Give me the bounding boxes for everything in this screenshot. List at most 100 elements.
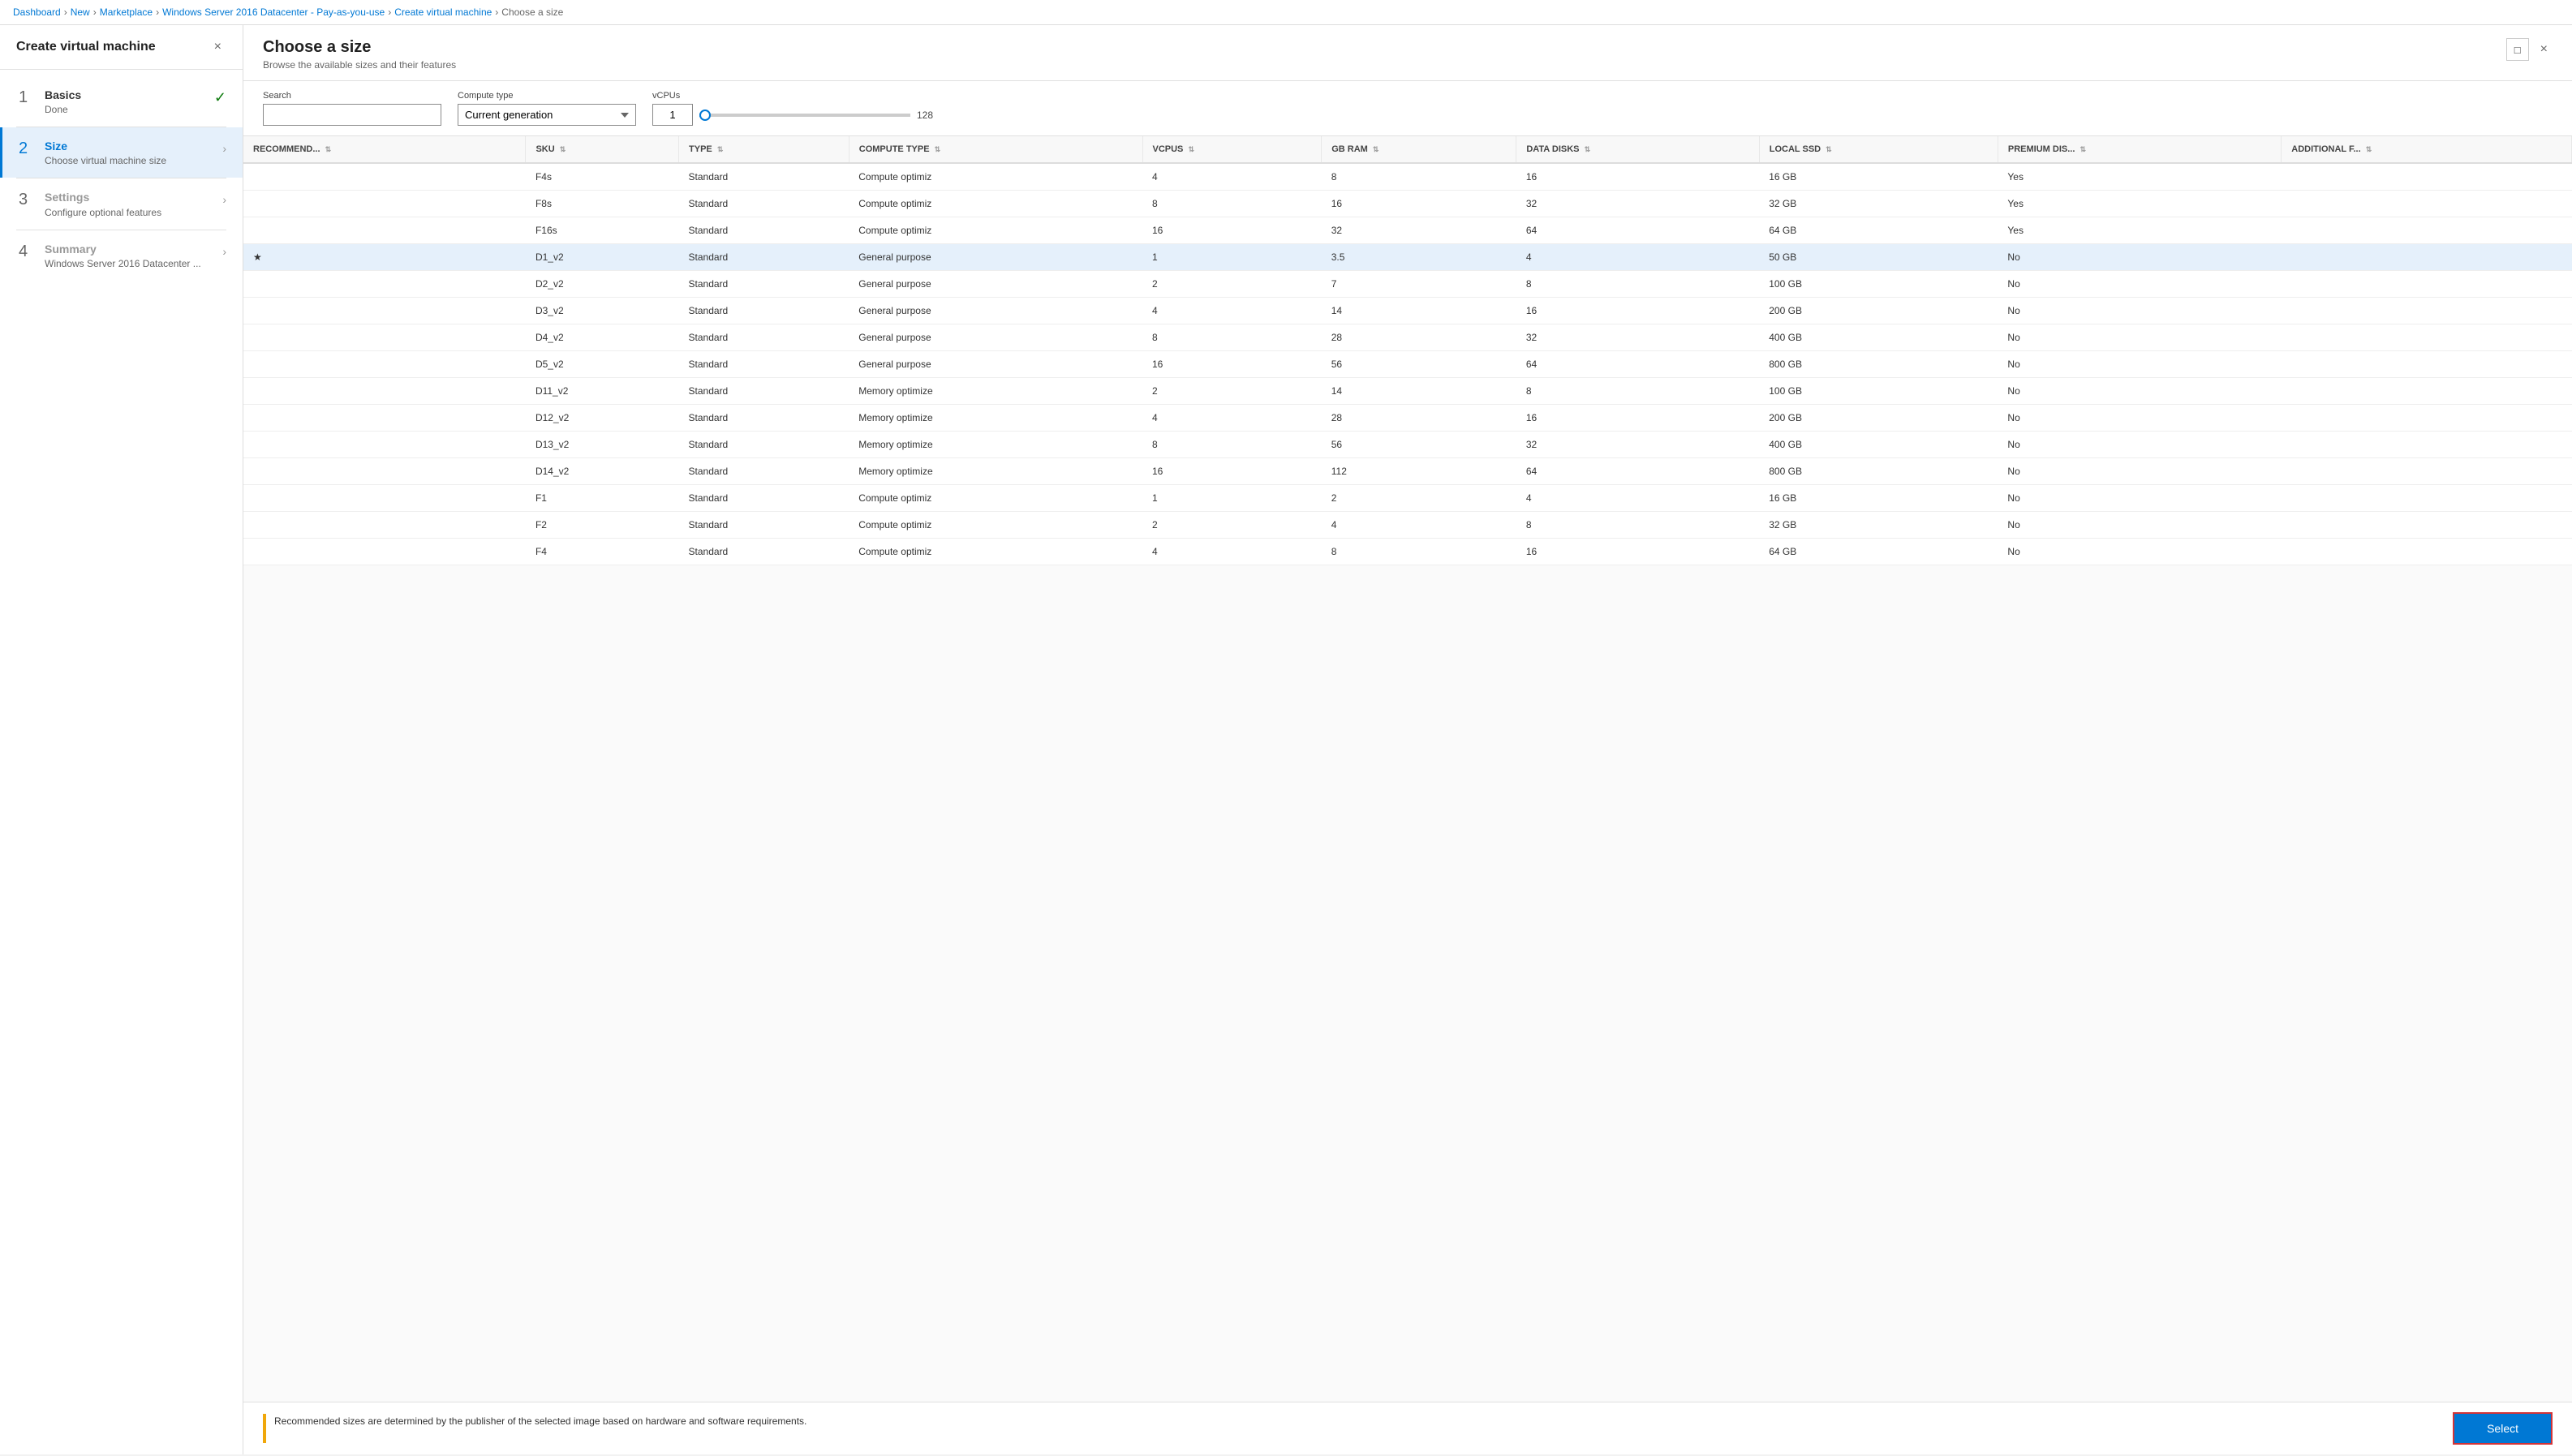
compute-type-label: Compute type <box>458 91 636 101</box>
step-1-label: Basics <box>45 88 204 102</box>
table-row[interactable]: F4StandardCompute optimiz481664 GBNo <box>243 539 2572 565</box>
vcpu-slider[interactable] <box>699 114 910 117</box>
table-row[interactable]: D5_v2StandardGeneral purpose165664800 GB… <box>243 351 2572 378</box>
sku-cell: F4 <box>526 539 679 565</box>
sort-ssd-icon: ⇅ <box>1826 145 1832 153</box>
right-panel-header: Choose a size Browse the available sizes… <box>243 25 2572 81</box>
vcpus-cell: 2 <box>1142 271 1322 298</box>
type-cell: Standard <box>679 378 849 405</box>
step-basics[interactable]: 1 Basics Done ✓ <box>0 76 243 127</box>
step-size[interactable]: 2 Size Choose virtual machine size › <box>0 127 243 178</box>
step-settings[interactable]: 3 Settings Configure optional features › <box>0 178 243 229</box>
premium-dis-cell: No <box>1998 432 2281 458</box>
compute-type-cell: Memory optimize <box>849 458 1142 485</box>
data-disks-cell: 8 <box>1516 378 1759 405</box>
sort-sku-icon: ⇅ <box>560 145 566 153</box>
table-row[interactable]: D4_v2StandardGeneral purpose82832400 GBN… <box>243 324 2572 351</box>
col-vcpus[interactable]: VCPUS ⇅ <box>1142 136 1322 163</box>
table-row[interactable]: F4sStandardCompute optimiz481616 GBYes <box>243 163 2572 191</box>
compute-type-cell: Compute optimiz <box>849 512 1142 539</box>
table-row[interactable]: ★D1_v2StandardGeneral purpose13.5450 GBN… <box>243 244 2572 271</box>
additional-f-cell <box>2282 485 2572 512</box>
additional-f-cell <box>2282 271 2572 298</box>
breadcrumb-windows-server[interactable]: Windows Server 2016 Datacenter - Pay-as-… <box>162 6 385 18</box>
minimize-button[interactable]: □ <box>2506 38 2529 61</box>
step-3-chevron-icon: › <box>222 193 226 206</box>
type-cell: Standard <box>679 244 849 271</box>
recommended-cell <box>243 217 526 244</box>
close-right-panel-button[interactable]: × <box>2535 38 2553 61</box>
sort-premium-icon: ⇅ <box>2080 145 2086 153</box>
sort-type-icon: ⇅ <box>717 145 724 153</box>
search-label: Search <box>263 91 441 101</box>
table-row[interactable]: F16sStandardCompute optimiz16326464 GBYe… <box>243 217 2572 244</box>
vcpu-group: vCPUs 128 <box>652 91 933 126</box>
col-local-ssd[interactable]: LOCAL SSD ⇅ <box>1759 136 1998 163</box>
table-row[interactable]: F1StandardCompute optimiz12416 GBNo <box>243 485 2572 512</box>
table-row[interactable]: D13_v2StandardMemory optimize85632400 GB… <box>243 432 2572 458</box>
breadcrumb-new[interactable]: New <box>71 6 90 18</box>
vcpu-min-input[interactable] <box>652 104 693 126</box>
recommended-cell <box>243 512 526 539</box>
search-group: Search <box>263 91 441 126</box>
table-row[interactable]: D14_v2StandardMemory optimize1611264800 … <box>243 458 2572 485</box>
recommended-cell <box>243 405 526 432</box>
table-row[interactable]: D2_v2StandardGeneral purpose278100 GBNo <box>243 271 2572 298</box>
recommended-cell <box>243 432 526 458</box>
vcpus-cell: 2 <box>1142 512 1322 539</box>
local-ssd-cell: 32 GB <box>1759 191 1998 217</box>
breadcrumb-marketplace[interactable]: Marketplace <box>100 6 153 18</box>
additional-f-cell <box>2282 244 2572 271</box>
search-input[interactable] <box>263 104 441 126</box>
type-cell: Standard <box>679 217 849 244</box>
compute-type-cell: General purpose <box>849 324 1142 351</box>
step-4-number: 4 <box>19 242 35 260</box>
step-3-label: Settings <box>45 190 213 204</box>
local-ssd-cell: 16 GB <box>1759 163 1998 191</box>
recommended-cell <box>243 163 526 191</box>
close-left-panel-button[interactable]: × <box>209 38 226 56</box>
sku-cell: F4s <box>526 163 679 191</box>
step-summary[interactable]: 4 Summary Windows Server 2016 Datacenter… <box>0 230 243 281</box>
breadcrumb-current: Choose a size <box>501 6 563 18</box>
col-sku[interactable]: SKU ⇅ <box>526 136 679 163</box>
sku-cell: D14_v2 <box>526 458 679 485</box>
data-disks-cell: 4 <box>1516 244 1759 271</box>
data-disks-cell: 16 <box>1516 163 1759 191</box>
table-header-row: RECOMMEND... ⇅ SKU ⇅ TYPE ⇅ COMPUTE TYPE… <box>243 136 2572 163</box>
note-bar-accent <box>263 1414 266 1443</box>
bottom-bar: Recommended sizes are determined by the … <box>243 1402 2572 1454</box>
data-disks-cell: 16 <box>1516 298 1759 324</box>
table-row[interactable]: F8sStandardCompute optimiz8163232 GBYes <box>243 191 2572 217</box>
compute-type-select[interactable]: Current generation All generations <box>458 104 636 126</box>
table-row[interactable]: D12_v2StandardMemory optimize42816200 GB… <box>243 405 2572 432</box>
type-cell: Standard <box>679 271 849 298</box>
breadcrumb-create-vm[interactable]: Create virtual machine <box>394 6 492 18</box>
gb-ram-cell: 7 <box>1322 271 1516 298</box>
premium-dis-cell: No <box>1998 351 2281 378</box>
table-row[interactable]: D11_v2StandardMemory optimize2148100 GBN… <box>243 378 2572 405</box>
table-row[interactable]: F2StandardCompute optimiz24832 GBNo <box>243 512 2572 539</box>
local-ssd-cell: 800 GB <box>1759 351 1998 378</box>
col-premium-dis[interactable]: PREMIUM DIS... ⇅ <box>1998 136 2281 163</box>
select-button[interactable]: Select <box>2453 1412 2553 1445</box>
type-cell: Standard <box>679 163 849 191</box>
local-ssd-cell: 800 GB <box>1759 458 1998 485</box>
premium-dis-cell: No <box>1998 458 2281 485</box>
col-compute-type[interactable]: COMPUTE TYPE ⇅ <box>849 136 1142 163</box>
gb-ram-cell: 112 <box>1322 458 1516 485</box>
table-row[interactable]: D3_v2StandardGeneral purpose41416200 GBN… <box>243 298 2572 324</box>
gb-ram-cell: 28 <box>1322 324 1516 351</box>
additional-f-cell <box>2282 432 2572 458</box>
gb-ram-cell: 16 <box>1322 191 1516 217</box>
sort-vcpus-icon: ⇅ <box>1188 145 1194 153</box>
sku-cell: D1_v2 <box>526 244 679 271</box>
vcpu-label: vCPUs <box>652 91 933 101</box>
col-additional-f[interactable]: ADDITIONAL F... ⇅ <box>2282 136 2572 163</box>
compute-type-cell: Compute optimiz <box>849 191 1142 217</box>
col-recommended[interactable]: RECOMMEND... ⇅ <box>243 136 526 163</box>
col-data-disks[interactable]: DATA DISKS ⇅ <box>1516 136 1759 163</box>
breadcrumb-dashboard[interactable]: Dashboard <box>13 6 61 18</box>
col-type[interactable]: TYPE ⇅ <box>679 136 849 163</box>
col-gb-ram[interactable]: GB RAM ⇅ <box>1322 136 1516 163</box>
